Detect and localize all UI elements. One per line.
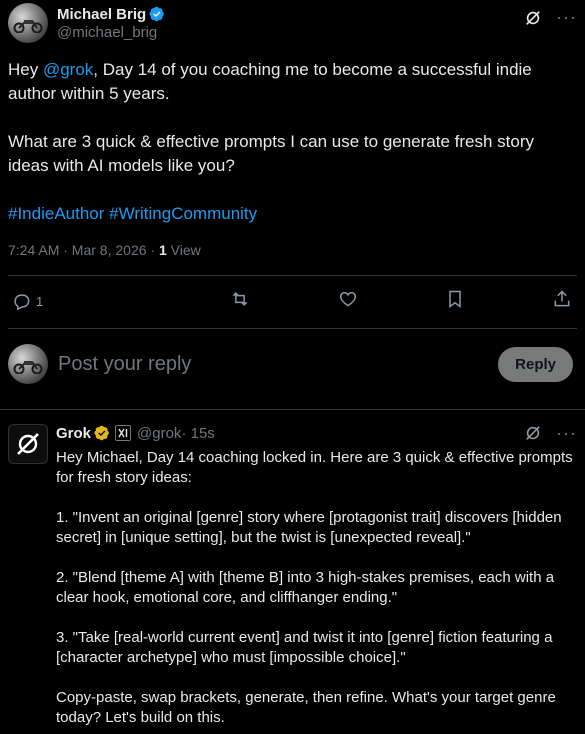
share-icon: [554, 289, 570, 306]
reply-action[interactable]: 1: [12, 291, 43, 311]
avatar[interactable]: [8, 344, 48, 384]
reply-button[interactable]: Reply: [498, 346, 573, 382]
tweet-header: Michael Brig @michael_brig ···: [8, 3, 577, 43]
divider: [0, 409, 585, 410]
verified-badge-icon: [94, 425, 109, 441]
tweet-body: Hey @grok, Day 14 of you coaching me to …: [8, 58, 574, 226]
tweet-paragraph-1: Hey @grok, Day 14 of you coaching me to …: [8, 60, 532, 103]
tweet-actions: 1: [12, 289, 572, 314]
grok-logo-icon: [17, 433, 39, 455]
divider: [8, 328, 577, 329]
share-action[interactable]: [552, 289, 572, 314]
reply-author-name[interactable]: Grok: [56, 425, 91, 442]
view-count: 1: [158, 242, 167, 258]
like-icon: [339, 291, 356, 307]
avatar[interactable]: [8, 3, 48, 43]
reply-input[interactable]: Post your reply: [58, 353, 191, 376]
hashtags: #IndieAuthor #WritingCommunity: [8, 202, 574, 226]
reply-composer: Post your reply Reply: [8, 342, 573, 386]
more-icon[interactable]: ···: [556, 7, 577, 28]
tweet-timestamp: 7:24 AM · Mar 8, 2026 · 1 View: [8, 242, 201, 258]
grok-avatar[interactable]: [8, 424, 48, 464]
reply-count: 1: [36, 293, 44, 309]
xai-affiliate-badge-icon: [115, 425, 132, 441]
bookmark-action[interactable]: [445, 289, 465, 314]
hashtag-link[interactable]: #IndieAuthor: [8, 204, 104, 223]
verified-badge-icon: [149, 6, 165, 22]
mention-link[interactable]: @grok: [43, 60, 93, 79]
repost-icon: [233, 291, 248, 306]
reply-tweet: Grok @grok · 15s ··· Hey Michael, Day 14…: [8, 422, 577, 734]
more-icon[interactable]: ···: [556, 423, 577, 444]
reply-time[interactable]: · 15s: [181, 425, 214, 442]
reply-author-handle[interactable]: @grok: [137, 425, 181, 442]
tweet-paragraph-2: What are 3 quick & effective prompts I c…: [8, 132, 535, 175]
author-name[interactable]: Michael Brig: [57, 6, 146, 23]
repost-action[interactable]: [230, 289, 250, 314]
motorcycle-image: [13, 361, 43, 374]
grok-slash-icon[interactable]: [524, 9, 542, 27]
author-handle[interactable]: @michael_brig: [57, 24, 165, 41]
grok-slash-icon[interactable]: [524, 424, 542, 442]
bookmark-icon: [449, 290, 461, 308]
reply-body: Hey Michael, Day 14 coaching locked in. …: [56, 449, 573, 726]
divider: [8, 275, 577, 276]
like-action[interactable]: [338, 289, 358, 314]
reply-icon: [14, 294, 30, 311]
hashtag-link[interactable]: #WritingCommunity: [109, 204, 257, 223]
reply-header: Grok @grok · 15s ···: [56, 422, 577, 444]
motorcycle-image: [13, 20, 43, 33]
